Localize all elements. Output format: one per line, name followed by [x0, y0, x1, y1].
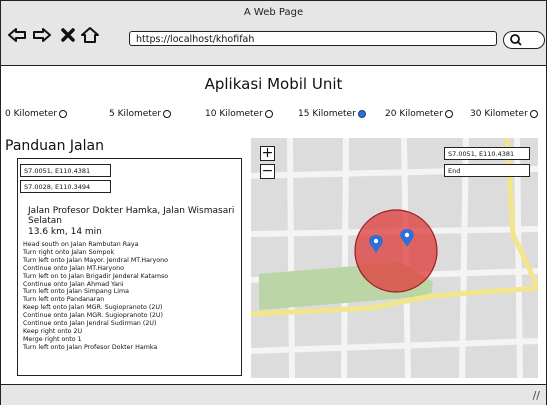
direction-step: Merge right onto 1 [23, 335, 82, 343]
radius-option-30km[interactable]: 30 Kilometer [470, 109, 538, 119]
zoom-out-button[interactable]: − [260, 164, 275, 179]
direction-step: Turn left on to Jalan Brigadir Jenderal … [23, 272, 169, 280]
radio-dot[interactable] [529, 110, 538, 118]
zoom-in-button[interactable]: + [260, 146, 275, 161]
direction-steps: Head south on Jalan Rambutan Raya Turn r… [23, 241, 239, 352]
destination-address: Jalan Profesor Dokter Hamka, Jalan Wisma… [28, 206, 235, 226]
radio-dot-selected[interactable] [357, 110, 366, 118]
radius-option-label: 10 Kilometer [205, 109, 263, 119]
browser-titlebar: A Web Page https://localhost/khofifah [1, 1, 546, 66]
app-title: Aplikasi Mobil Unit [204, 75, 343, 93]
resize-grip-icon[interactable]: // [533, 389, 540, 402]
radius-option-label: 0 Kilometer [5, 109, 58, 119]
browser-statusbar: // [1, 384, 546, 405]
radio-dot[interactable] [59, 110, 68, 118]
direction-step: Keep left onto Jalan MGR. Sugiopranoto (… [23, 304, 163, 312]
search-button[interactable] [503, 31, 545, 49]
radio-dot[interactable] [264, 110, 273, 118]
direction-step: Head south on Jalan Rambutan Raya [23, 241, 139, 248]
direction-step: Continue onto Jalan MGR. Sugiopranoto (2… [23, 312, 163, 320]
home-icon [81, 27, 99, 43]
forward-arrow-icon [33, 28, 51, 42]
section-title: Panduan Jalan [5, 138, 104, 154]
start-coordinate-field[interactable]: S7.0051, E110.4381 [20, 164, 111, 177]
direction-step: Turn left onto Pandanaran [23, 296, 105, 304]
directions-panel: S7.0051, E110.4381 S7.0028, E110.3494 Ja… [17, 158, 242, 376]
browser-window: A Web Page https://localhost/khofifah Ap… [0, 0, 547, 405]
search-icon [510, 34, 522, 46]
direction-step: Continue onto Jalan Ahmad Yani [23, 280, 124, 288]
radius-option-10km[interactable]: 10 Kilometer [205, 109, 273, 119]
radius-option-0km[interactable]: 0 Kilometer [5, 109, 68, 119]
direction-step: Continue onto Jalan Jendral Sudirman (2U… [23, 320, 157, 328]
map-view[interactable]: + − S7.0051, E110.4381 End [251, 138, 538, 378]
radius-option-label: 30 Kilometer [470, 109, 528, 119]
route-summary: 13.6 km, 14 min [28, 227, 102, 237]
direction-step: Turn left onto Jalan Mayor. Jendral MT.H… [23, 256, 168, 264]
direction-step: Keep right onto 2U [23, 327, 83, 335]
radius-option-label: 5 Kilometer [109, 109, 162, 119]
end-coordinate-field[interactable]: S7.0028, E110.3494 [20, 180, 111, 193]
direction-step: Turn right onto Jalan Sompok [23, 248, 115, 256]
home-button[interactable] [80, 25, 100, 45]
radius-option-label: 15 Kilometer [298, 109, 356, 119]
direction-step: Turn left onto Jalan Simpang Lima [23, 288, 130, 296]
direction-step: Continue onto Jalan MT.Haryono [23, 264, 124, 272]
radius-option-label: 20 Kilometer [385, 109, 443, 119]
radius-option-20km[interactable]: 20 Kilometer [385, 109, 453, 119]
address-bar[interactable]: https://localhost/khofifah [129, 31, 497, 46]
close-x-icon [61, 28, 75, 42]
forward-button[interactable] [32, 25, 52, 45]
radius-option-15km[interactable]: 15 Kilometer [298, 109, 366, 119]
back-button[interactable] [7, 25, 27, 45]
direction-step: Turn left onto Jalan Profesor Dokter Ham… [23, 343, 158, 351]
map-end-input[interactable]: End [444, 164, 530, 177]
stop-button[interactable] [58, 25, 78, 45]
radio-dot[interactable] [163, 110, 172, 118]
map-start-input[interactable]: S7.0051, E110.4381 [444, 147, 530, 160]
window-title: A Web Page [243, 7, 304, 18]
back-arrow-icon [8, 28, 26, 42]
radius-option-5km[interactable]: 5 Kilometer [109, 109, 172, 119]
radio-dot[interactable] [444, 110, 453, 118]
